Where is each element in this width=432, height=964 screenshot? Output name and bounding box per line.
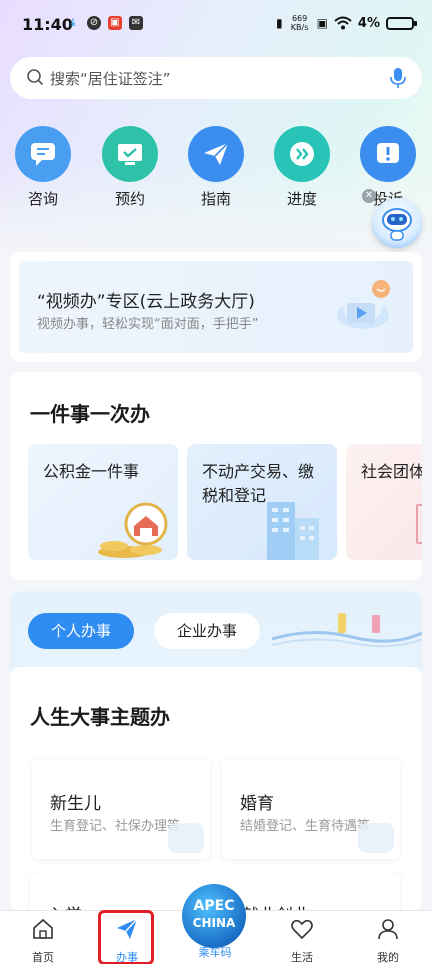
heart-icon bbox=[291, 919, 313, 940]
tile-label: 社会团体 bbox=[361, 462, 422, 481]
search-icon bbox=[27, 69, 44, 86]
download-icon: ⤓ bbox=[70, 17, 76, 28]
video-service-subtitle: 视频办事，轻松实现“面对面，手把手” bbox=[37, 317, 259, 332]
paper-plane-icon bbox=[188, 126, 244, 182]
document-icon bbox=[416, 504, 422, 544]
tab-personal[interactable]: 个人办事 bbox=[28, 613, 134, 649]
battery-percent: 4% bbox=[357, 15, 380, 31]
cloud-play-icon bbox=[337, 280, 390, 329]
assistant-robot-icon[interactable] bbox=[372, 198, 422, 248]
double-chevron-icon bbox=[274, 126, 330, 182]
building-icon bbox=[267, 502, 319, 560]
apec-logo-line1: APEC bbox=[193, 898, 235, 914]
one-thing-tile-fund[interactable]: 公积金一件事 bbox=[28, 444, 178, 560]
nav-life[interactable]: 生活 bbox=[272, 917, 332, 964]
battery-icon bbox=[386, 16, 417, 30]
life-event-name: 新生儿 bbox=[50, 794, 101, 814]
life-event-newborn[interactable]: 新生儿 生育登记、社保办理等 bbox=[32, 759, 210, 859]
red-app-icon: ▣ bbox=[108, 16, 122, 30]
quick-action-guide[interactable]: 指南 bbox=[181, 126, 251, 209]
net-speed-value: 669 bbox=[291, 14, 308, 23]
nav-me[interactable]: 我的 bbox=[358, 917, 418, 964]
home-icon bbox=[33, 918, 53, 939]
user-icon bbox=[378, 919, 398, 940]
video-service-banner[interactable]: “视频办”专区(云上政务大厅) 视频办事，轻松实现“面对面，手把手” bbox=[19, 261, 413, 353]
one-thing-tile-social-group[interactable]: 社会团体 bbox=[346, 444, 422, 560]
life-event-name: 婚育 bbox=[240, 794, 274, 814]
search-placeholder[interactable]: 搜索“居住证签注” bbox=[50, 68, 171, 89]
notification-icons: ⤓ ⊘ ▣ ✉ bbox=[66, 16, 143, 30]
quick-action-label: 指南 bbox=[200, 190, 231, 208]
nav-home[interactable]: 首页 bbox=[13, 917, 73, 964]
quick-action-label: 咨询 bbox=[27, 190, 58, 208]
life-event-marriage[interactable]: 婚育 结婚登记、生育待遇等 bbox=[222, 759, 400, 859]
life-event-desc: 结婚登记、生育待遇等 bbox=[240, 819, 371, 834]
quick-action-label: 进度 bbox=[286, 190, 317, 208]
net-speed-unit: KB/s bbox=[290, 23, 309, 32]
quick-action-progress[interactable]: 进度 bbox=[267, 126, 337, 209]
tile-label: 公积金一件事 bbox=[43, 462, 140, 481]
one-thing-title: 一件事一次办 bbox=[30, 402, 150, 426]
apec-logo-line2: CHINA bbox=[192, 916, 236, 930]
chat-icon bbox=[15, 126, 71, 182]
apec-logo[interactable]: APEC CHINA bbox=[182, 884, 246, 948]
calendar-check-icon bbox=[102, 126, 158, 182]
tab-company[interactable]: 企业办事 bbox=[154, 613, 260, 649]
mail-icon: ✉ bbox=[129, 16, 143, 30]
nav-label: 首页 bbox=[32, 951, 54, 964]
quick-action-label: 预约 bbox=[114, 190, 145, 208]
search-bar[interactable]: 搜索“居住证签注” bbox=[10, 57, 422, 99]
quick-action-consult[interactable]: 咨询 bbox=[8, 126, 78, 209]
rings-icon bbox=[358, 823, 394, 853]
video-service-title: “视频办”专区(云上政务大厅) bbox=[37, 292, 255, 312]
life-events-card: 人生大事主题办 新生儿 生育登记、社保办理等 婚育 结婚登记、生育待遇等 入学 … bbox=[10, 667, 422, 911]
coins-house-icon bbox=[98, 502, 168, 558]
video-service-card[interactable]: “视频办”专区(云上政务大厅) 视频办事，轻松实现“面对面，手把手” bbox=[10, 252, 422, 362]
life-event-desc: 生育登记、社保办理等 bbox=[50, 819, 181, 834]
app-notification-icon: ⊘ bbox=[87, 16, 101, 30]
highlight-box bbox=[98, 910, 154, 964]
one-thing-card: 一件事一次办 公积金一件事 不动产交易、缴税和登记 社会团体 bbox=[10, 372, 422, 580]
nav-label: 生活 bbox=[291, 951, 313, 964]
quick-action-appointment[interactable]: 预约 bbox=[95, 126, 165, 209]
net-speed: 669 KB/s bbox=[289, 14, 311, 32]
microphone-icon[interactable] bbox=[388, 66, 408, 90]
one-thing-tile-realestate[interactable]: 不动产交易、缴税和登记 bbox=[187, 444, 337, 560]
stroller-icon bbox=[168, 823, 204, 853]
wifi-icon bbox=[334, 16, 352, 30]
service-tabs-area: 个人办事 企业办事 人生大事主题办 新生儿 生育登记、社保办理等 婚育 结婚登记… bbox=[10, 591, 422, 911]
nav-ride-code-label[interactable]: 乘车码 bbox=[180, 944, 250, 960]
ribbon-decoration-icon bbox=[272, 613, 422, 648]
nav-label: 我的 bbox=[377, 951, 399, 964]
alert-icon bbox=[360, 126, 416, 182]
vibrate-icon: ▮ bbox=[275, 16, 283, 30]
status-right: ▮ 669 KB/s ▣ 4% bbox=[275, 14, 417, 32]
sim-icon: ▣ bbox=[316, 16, 328, 30]
life-events-title: 人生大事主题办 bbox=[30, 705, 170, 729]
status-bar: 11:40 ⤓ ⊘ ▣ ✉ ▮ 669 KB/s ▣ 4% bbox=[0, 0, 432, 50]
